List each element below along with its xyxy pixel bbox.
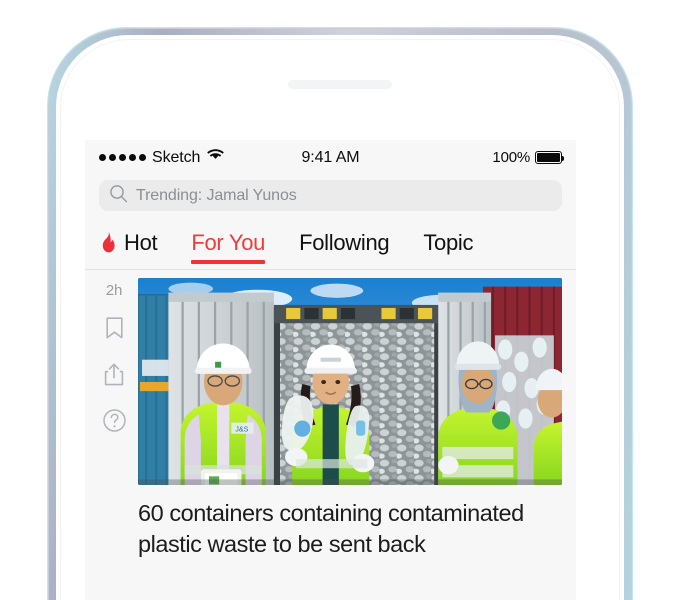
battery-icon xyxy=(535,151,565,164)
search-input[interactable]: Trending: Jamal Yunos xyxy=(136,187,297,205)
article-body: J&S 60 containers containing contaminate… xyxy=(133,278,562,560)
tab-for-you-underline xyxy=(191,260,266,264)
status-bar: Sketch 9:41 AM 100% xyxy=(85,140,576,175)
share-icon[interactable] xyxy=(104,363,124,391)
article-action-rail: 2h xyxy=(95,278,133,560)
article-thumbnail-image: J&S xyxy=(138,278,562,485)
help-icon[interactable] xyxy=(102,409,126,437)
article-timestamp: 2h xyxy=(105,282,123,299)
screenshot-stage: Sketch 9:41 AM 100% Trending: Jamal Yuno… xyxy=(0,0,680,600)
tab-following-label: Following xyxy=(299,230,390,255)
search-section: Trending: Jamal Yunos xyxy=(85,175,576,220)
battery-percent-label: 100% xyxy=(492,149,530,166)
phone-screen: Sketch 9:41 AM 100% Trending: Jamal Yuno… xyxy=(85,140,576,600)
flame-icon xyxy=(99,231,118,258)
bookmark-icon[interactable] xyxy=(105,317,124,345)
tab-hot[interactable]: Hot xyxy=(99,220,158,269)
article-thumbnail[interactable]: J&S xyxy=(138,278,562,485)
tab-topic-label: Topic xyxy=(423,230,474,255)
wifi-icon xyxy=(207,148,225,167)
tab-following[interactable]: Following xyxy=(299,220,390,269)
status-bar-left: Sketch xyxy=(99,148,225,167)
carrier-label: Sketch xyxy=(152,148,201,166)
svg-text:J&S: J&S xyxy=(235,426,248,434)
tab-bar: Hot For You Following Topic xyxy=(85,220,576,270)
search-bar[interactable]: Trending: Jamal Yunos xyxy=(99,180,562,211)
signal-strength-dots xyxy=(99,154,146,161)
tab-for-you[interactable]: For You xyxy=(191,220,265,269)
tab-topic[interactable]: Topic xyxy=(423,220,473,269)
tab-for-you-label: For You xyxy=(191,230,266,255)
tab-hot-label: Hot xyxy=(124,230,158,255)
article-card[interactable]: 2h J&S 60 containers containing contamin… xyxy=(85,270,576,560)
status-bar-right: 100% xyxy=(492,149,565,166)
article-headline[interactable]: 60 containers containing contaminated pl… xyxy=(138,498,562,560)
news-feed: 2h J&S 60 containers containing contamin… xyxy=(85,270,576,600)
search-icon xyxy=(109,184,128,208)
earpiece-speaker xyxy=(288,80,392,89)
